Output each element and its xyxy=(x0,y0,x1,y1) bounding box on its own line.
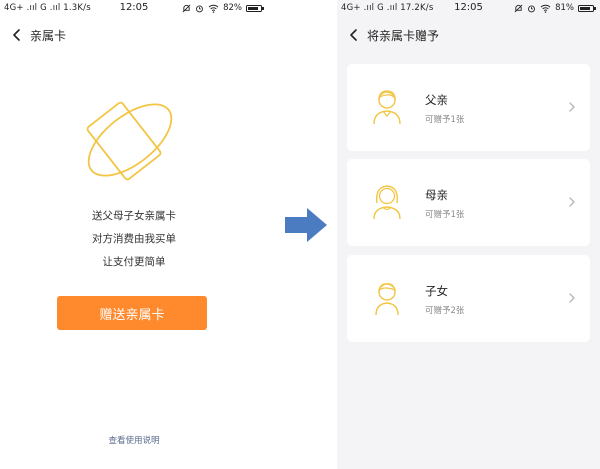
description-line-3: 让支付更简单 xyxy=(102,256,166,268)
gift-quota: 可赠予1张 xyxy=(425,115,465,125)
chevron-right-icon xyxy=(569,293,575,303)
family-card-intro-screen: 4G+ .ııl G .ııl 1.3K/s 12:05 82% 亲属卡 送父母… xyxy=(0,0,268,469)
battery-percent: 81% xyxy=(555,3,574,13)
gift-quota: 可赠予2张 xyxy=(425,306,465,316)
gift-recipient-screen: 4G+ .ııl G .ııl 17.2K/s 12:05 81% 将亲属卡赠予… xyxy=(337,0,600,469)
wifi-icon xyxy=(540,4,551,13)
page-title: 亲属卡 xyxy=(30,28,67,43)
recipient-name: 母亲 xyxy=(425,188,448,202)
recipient-name: 父亲 xyxy=(425,93,448,107)
gift-family-card-button[interactable]: 赠送亲属卡 xyxy=(57,296,207,330)
recipient-card-child[interactable]: 子女 可赠予2张 xyxy=(347,255,590,342)
status-bar: 4G+ .ııl G .ııl 1.3K/s 12:05 82% xyxy=(0,0,268,18)
alarm-off-icon xyxy=(514,4,523,12)
battery-icon xyxy=(246,4,264,12)
alarm-off-icon xyxy=(182,4,191,12)
back-chevron-icon[interactable] xyxy=(345,26,363,44)
page-title: 将亲属卡赠予 xyxy=(367,28,440,43)
alarm-icon xyxy=(528,5,536,12)
description-line-1: 送父母子女亲属卡 xyxy=(92,210,176,222)
nav-bar: 亲属卡 xyxy=(0,24,268,46)
status-icons: 81% xyxy=(514,3,596,13)
usage-instructions-link[interactable]: 查看使用说明 xyxy=(0,434,268,446)
recipient-card-father[interactable]: 父亲 可赠予1张 xyxy=(347,64,590,151)
status-icons: 82% xyxy=(182,3,264,13)
card-orbit-icon xyxy=(86,101,173,181)
recipient-card-mother[interactable]: 母亲 可赠予1张 xyxy=(347,159,590,246)
mother-icon xyxy=(373,185,401,220)
gift-quota: 可赠予1张 xyxy=(425,210,465,220)
recipient-name: 子女 xyxy=(425,284,448,298)
alarm-icon xyxy=(196,5,204,12)
back-chevron-icon[interactable] xyxy=(8,26,26,44)
wifi-icon xyxy=(208,4,219,13)
chevron-right-icon xyxy=(569,197,575,207)
description-line-2: 对方消费由我买单 xyxy=(92,233,176,245)
transition-arrow-icon xyxy=(285,208,327,242)
nav-bar: 将亲属卡赠予 xyxy=(337,24,600,46)
battery-percent: 82% xyxy=(223,3,242,13)
father-icon xyxy=(373,90,401,125)
chevron-right-icon xyxy=(569,102,575,112)
status-bar: 4G+ .ııl G .ııl 17.2K/s 12:05 81% xyxy=(337,0,600,18)
child-icon xyxy=(375,283,399,316)
battery-icon xyxy=(578,4,596,12)
